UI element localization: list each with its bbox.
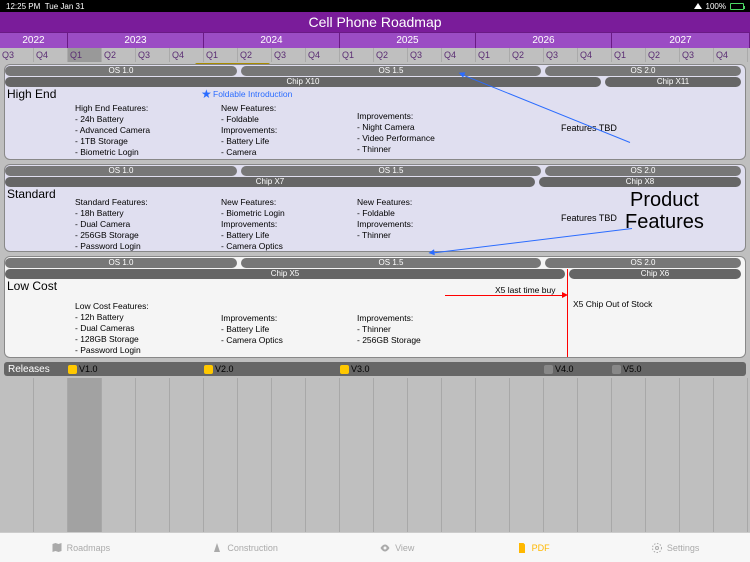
os-bar[interactable]: OS 1.0: [5, 166, 237, 176]
feature-block: Low Cost Features: - 12h Battery- Dual C…: [75, 301, 149, 356]
tab-construction[interactable]: Construction: [211, 542, 278, 554]
pdf-icon: [516, 542, 528, 554]
eye-icon: [379, 542, 391, 554]
tab-settings[interactable]: Settings: [651, 542, 700, 554]
lane-label: Standard: [7, 187, 56, 201]
release-marker[interactable]: V3.0: [340, 364, 370, 374]
lane-label: High End: [7, 87, 56, 101]
release-marker[interactable]: V5.0: [612, 364, 642, 374]
foldable-label: Foldable Introduction: [213, 89, 292, 100]
os-bar[interactable]: OS 1.0: [5, 258, 237, 268]
feature-block: Improvements: - Thinner- 256GB Storage: [357, 313, 421, 346]
star-icon: ★: [201, 87, 212, 101]
bottom-toolbar: Roadmaps Construction View PDF Settings: [0, 532, 750, 562]
note-label: X5 Chip Out of Stock: [573, 299, 652, 310]
status-bar: 12:25 PM Tue Jan 31 100%: [0, 0, 750, 12]
lane-high-end[interactable]: OS 1.0 OS 1.5 OS 2.0 Chip X10 Chip X11 H…: [4, 64, 746, 160]
feature-block: Improvements: - Battery Life- Camera Opt…: [221, 313, 283, 346]
os-bar[interactable]: OS 1.0: [5, 66, 237, 76]
os-bar[interactable]: OS 2.0: [545, 166, 741, 176]
battery-icon: [730, 3, 744, 10]
wifi-icon: [694, 3, 702, 9]
chip-bar[interactable]: Chip X6: [569, 269, 741, 279]
feature-block: New Features: - Biometric Login Improvem…: [221, 197, 285, 252]
cone-icon: [211, 542, 223, 554]
tab-pdf[interactable]: PDF: [516, 542, 550, 554]
chip-bar[interactable]: Chip X10: [5, 77, 601, 87]
deadline-line: [567, 269, 568, 357]
feature-block: Improvements: - Night Camera- Video Perf…: [357, 111, 435, 155]
feature-block: High End Features: - 24h Battery- Advanc…: [75, 103, 150, 158]
gear-icon: [651, 542, 663, 554]
tab-roadmaps[interactable]: Roadmaps: [51, 542, 111, 554]
chip-bar[interactable]: Chip X7: [5, 177, 535, 187]
releases-label: Releases: [4, 364, 50, 375]
chip-bar[interactable]: Chip X5: [5, 269, 565, 279]
release-marker[interactable]: V4.0: [544, 364, 574, 374]
os-bar[interactable]: OS 2.0: [545, 66, 741, 76]
releases-bar: Releases V1.0 V2.0 V3.0 V4.0 V5.0: [4, 362, 746, 376]
feature-block: New Features: - Foldable Improvements: -…: [221, 103, 277, 158]
release-marker[interactable]: V2.0: [204, 364, 234, 374]
chip-bar[interactable]: Chip X8: [539, 177, 741, 187]
chip-bar[interactable]: Chip X11: [605, 77, 741, 87]
os-bar[interactable]: OS 1.5: [241, 166, 541, 176]
note-label: X5 last time buy: [495, 285, 555, 296]
feature-block: Standard Features: - 18h Battery- Dual C…: [75, 197, 148, 252]
year-axis: 2022 2023 2024 2025 2026 2027: [0, 32, 750, 48]
release-marker[interactable]: V1.0: [68, 364, 98, 374]
tbd-label: Features TBD: [561, 213, 617, 223]
lane-low-cost[interactable]: OS 1.0 OS 1.5 OS 2.0 Chip X5 Chip X6 Low…: [4, 256, 746, 358]
tab-view[interactable]: View: [379, 542, 414, 554]
os-bar[interactable]: OS 2.0: [545, 258, 741, 268]
map-icon: [51, 542, 63, 554]
feature-block: New Features: - Foldable Improvements: -…: [357, 197, 413, 241]
page-title: Cell Phone Roadmap: [0, 12, 750, 32]
os-bar[interactable]: OS 1.5: [241, 66, 541, 76]
os-bar[interactable]: OS 1.5: [241, 258, 541, 268]
lane-standard[interactable]: OS 1.0 OS 1.5 OS 2.0 Chip X7 Chip X8 Sta…: [4, 164, 746, 252]
product-features-callout: ProductFeatures: [625, 189, 704, 233]
bottom-grid: [0, 378, 750, 532]
lane-label: Low Cost: [7, 279, 57, 293]
quarter-axis: Q3Q4 Q1Q2Q3Q4 Q1Q2Q3Q4 Q1Q2Q3Q4 Q1Q2Q3Q4…: [0, 48, 750, 62]
